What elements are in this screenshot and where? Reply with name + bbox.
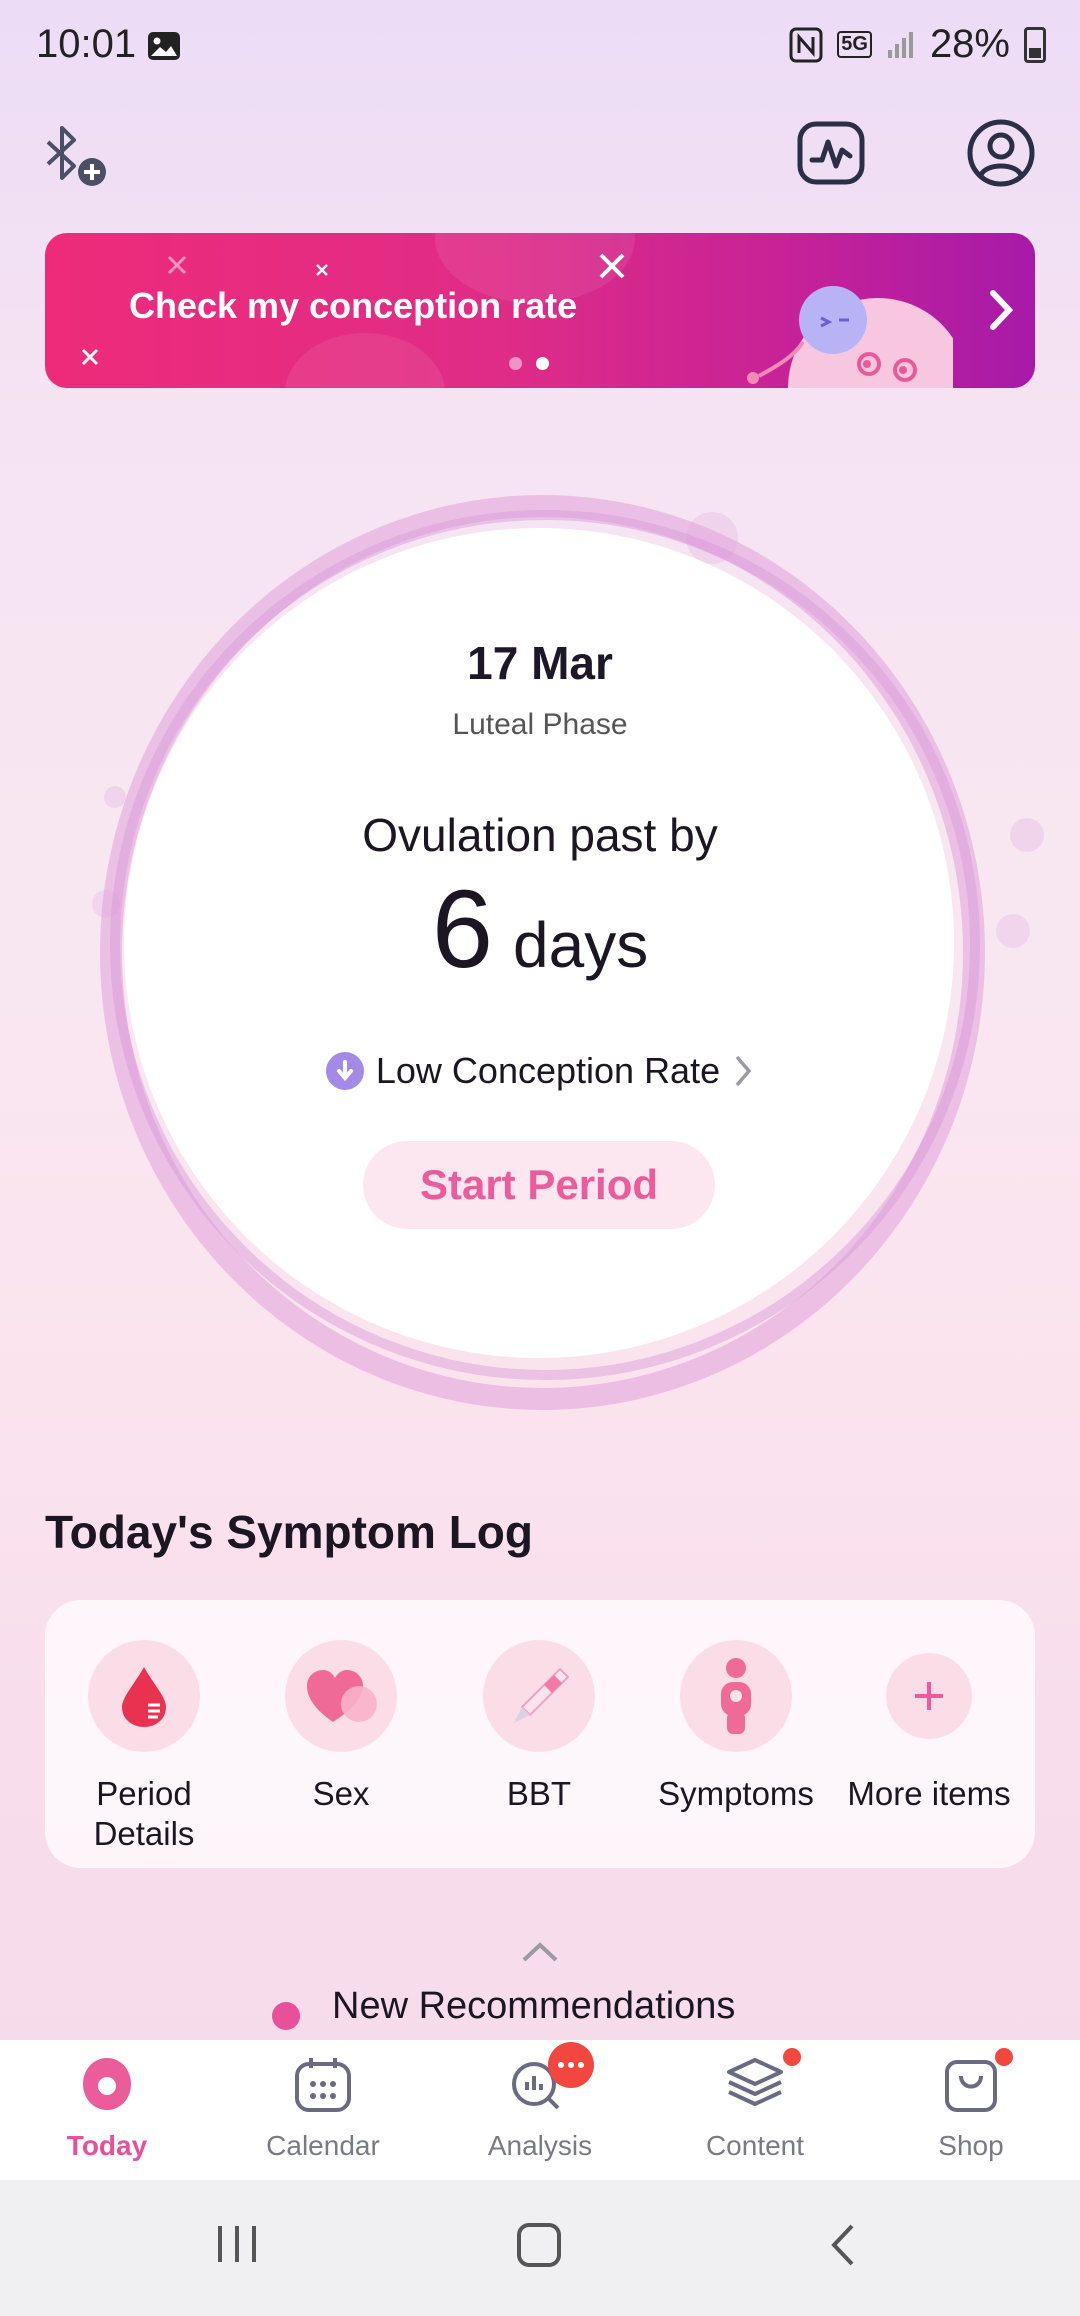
layers-icon: [723, 2048, 801, 2116]
down-arrow-icon: [325, 1052, 364, 1090]
symptom-log-title: Today's Symptom Log: [45, 1506, 534, 1558]
pagination-dot-active[interactable]: [536, 357, 549, 370]
gallery-icon: [148, 32, 180, 60]
nav-calendar[interactable]: Calendar: [223, 2052, 423, 2162]
pagination-dot[interactable]: [509, 357, 522, 370]
symptom-item-more[interactable]: More items: [829, 1640, 1029, 1814]
battery-icon: [1024, 26, 1046, 63]
analysis-icon: [508, 2042, 594, 2116]
body-icon: [680, 1640, 792, 1752]
chevron-right-icon[interactable]: [981, 283, 1021, 338]
chevron-up-icon[interactable]: [520, 1940, 560, 1964]
recent-apps-icon[interactable]: [214, 2220, 260, 2268]
symptom-label: Sex: [312, 1775, 370, 1812]
back-icon[interactable]: [824, 2220, 860, 2270]
symptom-item-bbt[interactable]: BBT: [439, 1640, 639, 1814]
hearts-icon: [285, 1640, 397, 1752]
sparkle-icon: [81, 348, 99, 366]
calendar-icon: [291, 2052, 355, 2116]
sparkle-icon: [599, 253, 625, 279]
cycle-phase: Luteal Phase: [452, 708, 628, 741]
nav-label: Content: [705, 2130, 805, 2161]
signal-icon: [887, 31, 913, 58]
days-number: 6: [431, 868, 493, 991]
recommendation-dot: [272, 2002, 300, 2030]
status-time: 10:01: [36, 22, 137, 66]
ovulation-status: Ovulation past by: [362, 809, 718, 861]
cycle-date: 17 Mar: [467, 637, 613, 689]
new-recommendations[interactable]: New Recommendations: [332, 1985, 735, 2028]
symptom-label: BBT: [506, 1775, 572, 1812]
chevron-right-icon: [735, 1055, 752, 1087]
nav-shop[interactable]: Shop: [871, 2048, 1071, 2162]
home-icon[interactable]: [514, 2220, 564, 2270]
symptom-item-symptoms[interactable]: Symptoms: [636, 1640, 836, 1814]
start-period-button[interactable]: Start Period: [363, 1141, 715, 1229]
smiley-mascot-icon: [747, 286, 953, 388]
sparkle-icon: [167, 255, 187, 275]
nav-label: Shop: [938, 2130, 1004, 2161]
status-icons: 5G 28%: [789, 22, 1046, 67]
chat-badge-icon: [548, 2042, 594, 2088]
ovulation-days: 6 days: [0, 866, 1080, 993]
notification-dot: [995, 2048, 1013, 2066]
nav-today[interactable]: Today: [7, 2052, 207, 2162]
battery-percent: 28%: [929, 22, 1010, 66]
bluetooth-add-icon[interactable]: [40, 120, 112, 192]
notification-dot: [783, 2048, 801, 2066]
symptom-label: Period Details: [93, 1775, 195, 1852]
conception-rate-label: Low Conception Rate: [375, 1050, 721, 1091]
days-unit: days: [513, 909, 649, 981]
nav-label: Analysis: [487, 2130, 593, 2161]
nav-analysis[interactable]: Analysis: [440, 2042, 640, 2162]
network-type: 5G: [837, 31, 872, 58]
conception-banner[interactable]: Check my conception rate: [45, 233, 1035, 388]
profile-icon[interactable]: [966, 118, 1036, 188]
nfc-icon: [789, 27, 823, 62]
nav-content[interactable]: Content: [655, 2048, 855, 2162]
nav-label: Calendar: [266, 2130, 380, 2161]
symptom-label: Symptoms: [658, 1775, 814, 1812]
symptom-item-period-details[interactable]: Period Details: [44, 1640, 244, 1854]
system-navigation-bar: [0, 2180, 1080, 2316]
today-icon: [75, 2052, 139, 2116]
bag-icon: [939, 2048, 1013, 2116]
chart-icon[interactable]: [796, 120, 866, 186]
nav-label: Today: [66, 2130, 148, 2161]
plus-icon: [886, 1653, 972, 1739]
symptom-item-sex[interactable]: Sex: [241, 1640, 441, 1814]
status-bar: 10:01 5G 28%: [0, 0, 1080, 96]
sparkle-icon: [316, 264, 328, 276]
banner-decoration: [285, 333, 445, 388]
banner-title: Check my conception rate: [129, 285, 578, 326]
symptom-label: More items: [847, 1775, 1011, 1812]
thermometer-icon: [483, 1640, 595, 1752]
blood-drop-icon: [88, 1640, 200, 1752]
conception-rate-link[interactable]: Low Conception Rate: [0, 1050, 1080, 1092]
banner-pagination: [509, 357, 549, 370]
